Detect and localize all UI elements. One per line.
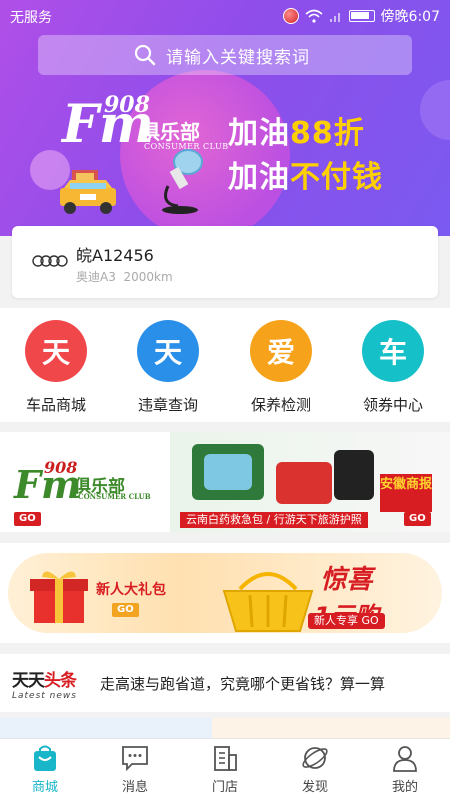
banner-decor-dot — [420, 80, 450, 140]
car-model: 奥迪A3 — [76, 270, 116, 284]
tab-label: 我的 — [391, 780, 418, 795]
notification-ball-icon — [282, 8, 299, 24]
search-input[interactable]: 请输入关键搜索词 — [38, 35, 412, 75]
violation-query-icon: 天 — [137, 320, 199, 382]
promo-caption: 云南白药救急包 / 行游天下旅游护照 — [180, 512, 368, 528]
battery-icon — [348, 10, 375, 22]
banner-slogan: 加油88折 加油不付钱 — [228, 116, 383, 195]
go-button[interactable]: GO — [404, 512, 431, 526]
license-plate: 皖A12456 — [76, 246, 154, 265]
status-bar: 无服务 傍晚6:07 — [0, 0, 450, 32]
planet-icon — [302, 747, 328, 769]
shopping-bag-icon — [34, 745, 56, 771]
user-icon — [393, 746, 417, 772]
clock-time: 傍晚6:07 — [380, 9, 440, 25]
first-aid-kit-image — [204, 454, 252, 490]
taxi-car-illustration — [60, 170, 116, 214]
carrier-label: 无服务 — [10, 10, 52, 26]
daily-headlines-logo: 天天头条 Latest news — [12, 671, 77, 701]
tab-label: 消息 — [121, 780, 148, 795]
wifi-icon — [305, 9, 323, 23]
signal-icon — [329, 13, 340, 22]
bag-image — [334, 450, 374, 500]
microphone-illustration — [162, 149, 203, 214]
bottom-tab-bar: 商城 消息 门店 发现 我的 — [0, 738, 450, 800]
fm-club-logo: Fm 908 俱乐部 CONSUMER CLUB — [62, 92, 229, 155]
go-button[interactable]: GO — [112, 603, 139, 617]
promo-banner-club[interactable]: Fm 908 俱乐部 CONSUMER CLUB GO 安徽商报 云南白药救急包… — [0, 432, 450, 532]
quick-entry-label: 违章查询 — [137, 396, 198, 414]
maintenance-icon: 爱 — [250, 320, 312, 382]
quick-entry-label: 保养检测 — [250, 396, 311, 414]
go-button[interactable]: GO — [14, 512, 41, 526]
quick-entry-car-mall[interactable]: 天 车品商城 — [6, 320, 106, 415]
store-building-icon — [214, 746, 237, 771]
car-mall-icon: 天 — [25, 320, 87, 382]
coupon-center-icon: 车 — [362, 320, 424, 382]
quick-entry-coupon-center[interactable]: 车 领券中心 — [343, 320, 443, 415]
news-headline[interactable]: 走高速与跑省道，究竟哪个更省钱？算一算 — [100, 673, 385, 694]
tab-label: 发现 — [301, 780, 328, 795]
tab-label: 商城 — [31, 780, 58, 795]
tab-mall[interactable]: 商城 — [0, 743, 90, 795]
my-car-card[interactable]: 皖A12456 奥迪A3 2000km — [12, 226, 438, 298]
tab-discover[interactable]: 发现 — [270, 743, 360, 795]
quick-entry-grid: 天 车品商城 天 违章查询 爱 保养检测 车 领券中心 — [0, 308, 450, 422]
gift-box-icon — [30, 571, 88, 623]
news-ticker[interactable]: 天天头条 Latest news 走高速与跑省道，究竟哪个更省钱？算一算 — [0, 654, 450, 712]
car-mileage: 2000km — [123, 270, 173, 284]
quick-entry-violation-query[interactable]: 天 违章查询 — [118, 320, 218, 415]
newcomer-gift-label: 新人大礼包 — [96, 582, 166, 598]
quick-entry-label: 领券中心 — [362, 396, 423, 414]
tab-messages[interactable]: 消息 — [90, 743, 180, 795]
tab-stores[interactable]: 门店 — [180, 743, 270, 795]
newcomer-exclusive-button[interactable]: 新人专享 GO — [308, 613, 385, 629]
tab-profile[interactable]: 我的 — [360, 743, 450, 795]
search-placeholder: 请输入关键搜索词 — [166, 47, 310, 68]
quick-entry-maintenance[interactable]: 爱 保养检测 — [231, 320, 331, 415]
quick-entry-label: 车品商城 — [25, 396, 86, 414]
shopping-basket-icon — [222, 572, 314, 632]
fm-club-logo: Fm 908 俱乐部 CONSUMER CLUB — [14, 458, 151, 507]
tab-label: 门店 — [211, 780, 238, 795]
car-info: 奥迪A3 2000km — [76, 268, 173, 285]
newspaper-tag: 安徽商报 — [380, 474, 432, 512]
next-section-preview — [0, 718, 450, 738]
promo-banner-newcomer[interactable]: 新人大礼包 GO 惊喜 1元购 新人专享 GO — [0, 543, 450, 643]
search-icon — [134, 44, 156, 66]
bag-image — [276, 462, 332, 504]
audi-logo-icon — [32, 255, 68, 267]
chat-bubble-icon — [122, 746, 148, 772]
